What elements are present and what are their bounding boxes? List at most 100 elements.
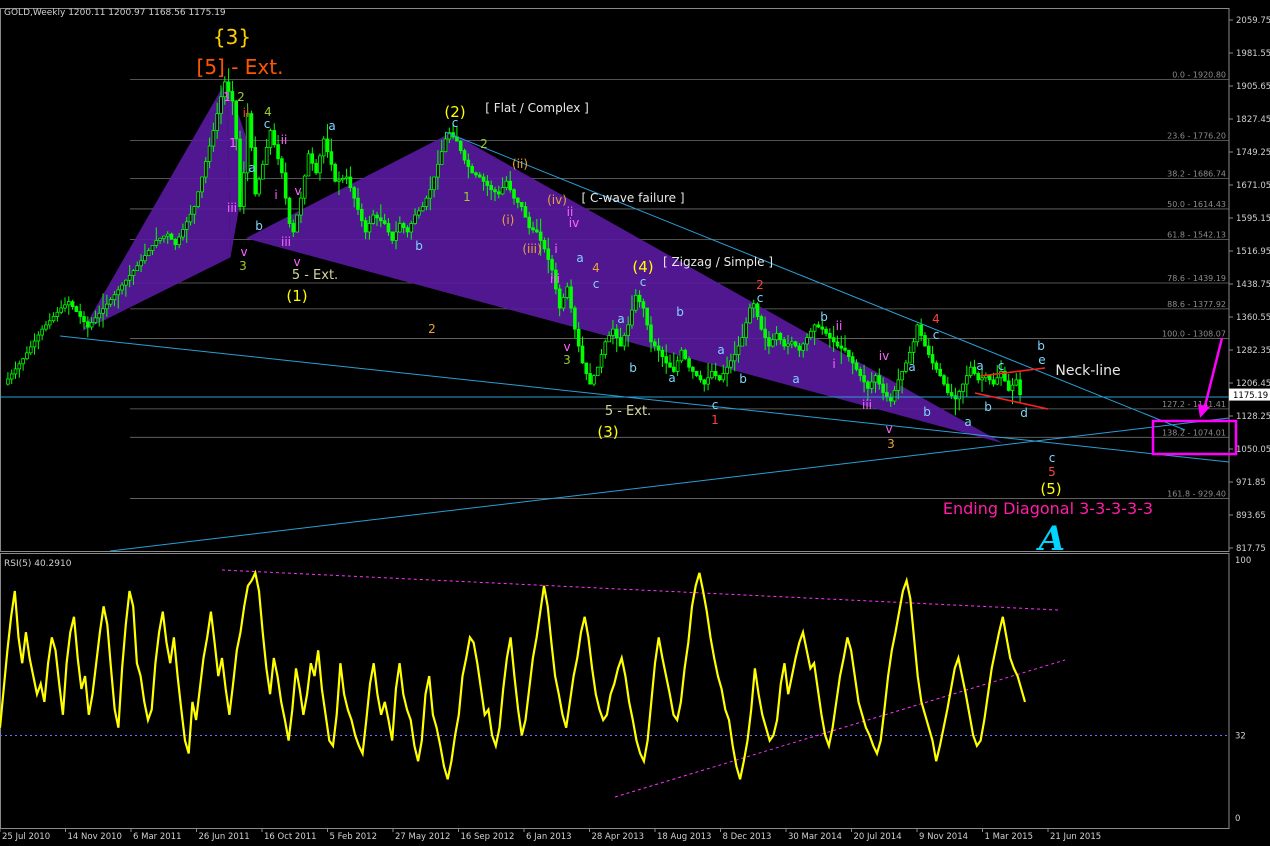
- candle-body: [755, 303, 760, 317]
- candle-body: [413, 214, 417, 224]
- candle-body: [740, 337, 745, 347]
- candle-body: [181, 229, 185, 238]
- candle-body: [793, 341, 798, 347]
- candle-body: [386, 223, 391, 233]
- candle-body: [101, 308, 105, 314]
- rsi-resistance-line: [221, 569, 1059, 611]
- lower-channel-line: [59, 335, 1230, 463]
- rsi-axis-label: 0: [1235, 814, 1240, 824]
- fib-level-label: 23.6 - 1776.20: [1167, 132, 1226, 141]
- candle-body: [584, 362, 589, 374]
- wave-count-label: 3: [887, 437, 895, 451]
- candle-body: [809, 330, 813, 339]
- candle-body: [394, 231, 398, 241]
- candle-body: [25, 352, 29, 360]
- wave-count-label: (i): [502, 213, 515, 227]
- candle-body: [923, 335, 927, 347]
- wave-count-label: 1: [711, 413, 719, 427]
- wave-count-label: a: [976, 359, 983, 373]
- time-tick-label: 30 Mar 2014: [788, 832, 842, 842]
- candle-body: [561, 297, 566, 309]
- wave-count-label: c: [593, 277, 600, 291]
- candle-body: [97, 312, 102, 319]
- wave-count-label: 4: [592, 261, 600, 275]
- candle-body: [588, 373, 592, 385]
- candle-body: [143, 255, 147, 262]
- candle-body: [44, 324, 48, 330]
- candle-body: [9, 373, 14, 380]
- wedge-wave-3: [82, 79, 231, 332]
- candle-body: [93, 317, 98, 323]
- wave-count-label: i: [832, 357, 835, 371]
- candle-body: [626, 324, 630, 336]
- candle-body: [496, 191, 501, 195]
- candle-body: [219, 96, 223, 115]
- wave-count-label: v: [885, 422, 892, 436]
- time-tick-label: 1 Mar 2015: [985, 832, 1033, 842]
- rsi-series-line: [0, 569, 1027, 780]
- candle-body: [436, 163, 440, 178]
- wave-count-label: 5: [1048, 465, 1056, 479]
- candle-body: [340, 178, 345, 181]
- wave-count-label: a: [717, 343, 724, 357]
- wave-count-label: a: [964, 415, 971, 429]
- wave-count-label: d: [1020, 406, 1028, 420]
- candle-body: [801, 343, 805, 351]
- wave-count-label: c: [264, 117, 271, 131]
- candle-body: [866, 381, 870, 389]
- time-tick-label: 26 Jun 2011: [199, 832, 250, 842]
- candle-body: [774, 332, 779, 341]
- candle-body: [146, 250, 151, 257]
- candle-body: [89, 322, 94, 328]
- candle-body: [523, 206, 528, 218]
- time-tick-label: 8 Dec 2013: [723, 832, 772, 842]
- candle-body: [710, 371, 714, 379]
- candle-body: [854, 362, 859, 370]
- candle-body: [359, 209, 364, 222]
- candle-body: [261, 163, 265, 180]
- candle-body: [74, 306, 79, 312]
- rsi-axis-label: 100: [1235, 556, 1251, 566]
- label-cwave-failure: [ C-wave failure ]: [581, 191, 684, 205]
- wave-count-label: a: [328, 119, 335, 133]
- candle-body: [485, 180, 490, 186]
- candle-body: [375, 214, 379, 219]
- candle-body: [443, 138, 448, 153]
- candle-body: [850, 356, 855, 364]
- candle-body: [729, 360, 733, 368]
- wave-label-3-curly: {3}: [213, 25, 251, 49]
- wave-count-label: i: [554, 242, 557, 256]
- price-tick-label: 1206.45: [1236, 379, 1270, 389]
- candle-body: [371, 214, 376, 224]
- wave-count-label: 1: [229, 136, 237, 150]
- wave-count-label: 1: [463, 190, 471, 204]
- candle-body: [675, 360, 680, 372]
- candle-body: [824, 328, 828, 334]
- price-tick-label: 1050.05: [1236, 445, 1270, 455]
- candle-body: [458, 140, 463, 152]
- wave-label-3: (3): [597, 423, 618, 441]
- wave-count-label: e: [1038, 353, 1045, 367]
- candle-body: [230, 91, 235, 102]
- candle-body: [188, 213, 193, 223]
- candle-body: [196, 191, 200, 208]
- candle-body: [820, 326, 825, 330]
- candle-body: [238, 138, 242, 208]
- time-tick-label: 5 Feb 2012: [330, 832, 378, 842]
- candle-body: [70, 301, 75, 308]
- wave-count-label: c: [452, 116, 459, 130]
- fib-level-label: 50.0 - 1614.43: [1167, 200, 1226, 209]
- candle-body: [283, 172, 288, 199]
- candle-body: [477, 174, 482, 178]
- candle-body: [329, 151, 334, 165]
- candle-body: [162, 235, 166, 239]
- price-tick-label: 1282.35: [1236, 346, 1270, 356]
- label-zigzag-simple: [ Zigzag / Simple ]: [663, 255, 773, 269]
- candle-body: [892, 390, 897, 402]
- candle-body: [139, 260, 143, 267]
- candle-body: [382, 220, 387, 224]
- candle-body: [409, 223, 414, 233]
- candle-body: [417, 210, 421, 216]
- candle-body: [207, 145, 212, 162]
- time-tick-label: 25 Jul 2010: [2, 832, 50, 842]
